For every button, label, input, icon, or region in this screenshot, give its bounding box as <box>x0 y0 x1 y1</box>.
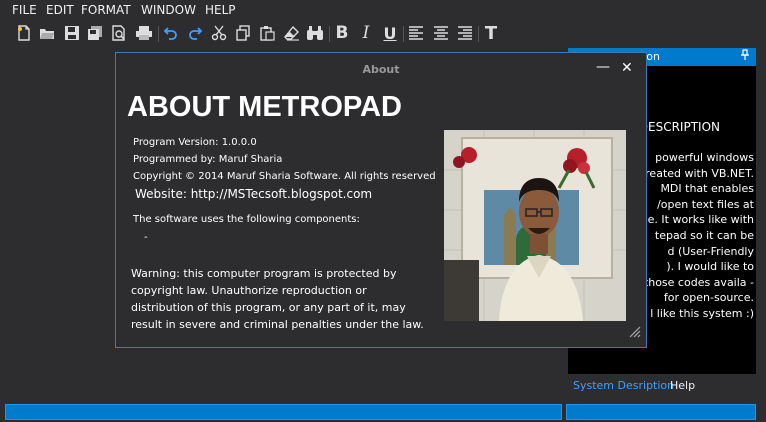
menu-file[interactable]: FILE <box>12 3 37 17</box>
panel-tabs: System Desription Help <box>568 376 766 398</box>
bold-icon[interactable]: B <box>333 23 351 43</box>
website-link[interactable]: Website: http://MSTecsoft.blogspot.com <box>135 187 372 201</box>
cut-icon[interactable] <box>210 24 228 42</box>
italic-icon[interactable]: I <box>357 23 375 43</box>
underline-icon[interactable]: U <box>381 24 399 43</box>
components-label: The software uses the following componen… <box>133 214 360 225</box>
about-heading: ABOUT METROPAD <box>127 91 402 123</box>
undo-icon[interactable] <box>162 24 180 42</box>
menu-help[interactable]: HELP <box>205 3 236 17</box>
minimize-button[interactable]: — <box>596 59 610 75</box>
author-photo <box>444 130 626 321</box>
copy-icon[interactable] <box>234 24 252 42</box>
save-all-icon[interactable] <box>86 24 104 42</box>
about-dialog: About — ✕ ABOUT METROPAD Program Version… <box>115 52 647 348</box>
status-segment-right <box>566 404 756 420</box>
align-center-icon[interactable] <box>432 24 450 42</box>
paste-icon[interactable] <box>258 24 276 42</box>
align-left-icon[interactable] <box>407 24 425 42</box>
eraser-icon[interactable] <box>283 24 301 42</box>
find-icon[interactable] <box>306 24 324 42</box>
copyright-warning: Warning: this computer program is protec… <box>131 267 424 331</box>
print-preview-icon[interactable] <box>110 24 128 42</box>
program-version: Program Version: 1.0.0.0 <box>133 137 257 148</box>
status-segment-main <box>5 404 562 420</box>
menu-edit[interactable]: EDIT <box>46 3 74 17</box>
programmer: Programmed by: Maruf Sharia <box>133 154 283 165</box>
dialog-title: About <box>362 63 400 76</box>
toolbar: B I U T <box>0 20 766 48</box>
resize-grip-icon[interactable] <box>629 323 641 342</box>
tab-system-description[interactable]: System Desription <box>573 379 674 392</box>
toolbar-separator <box>478 26 479 42</box>
redo-icon[interactable] <box>186 24 204 42</box>
menu-window[interactable]: WINDOW <box>141 3 196 17</box>
copyright: Copyright © 2014 Maruf Sharia Software. … <box>133 171 436 182</box>
save-icon[interactable] <box>63 24 81 42</box>
toolbar-separator <box>403 26 404 42</box>
status-bar <box>0 400 766 422</box>
menu-bar: FILE EDIT FORMAT WINDOW HELP <box>0 0 766 20</box>
toolbar-separator <box>329 26 330 42</box>
print-icon[interactable] <box>135 24 153 42</box>
open-folder-icon[interactable] <box>38 24 56 42</box>
new-file-icon[interactable] <box>15 24 33 42</box>
align-right-icon[interactable] <box>456 24 474 42</box>
tab-help[interactable]: Help <box>670 379 695 392</box>
toolbar-separator <box>158 26 159 42</box>
pin-icon[interactable] <box>740 49 750 64</box>
components-item: - <box>144 232 148 243</box>
close-button[interactable]: ✕ <box>621 60 633 76</box>
font-icon[interactable]: T <box>482 23 500 44</box>
menu-format[interactable]: FORMAT <box>81 3 131 17</box>
